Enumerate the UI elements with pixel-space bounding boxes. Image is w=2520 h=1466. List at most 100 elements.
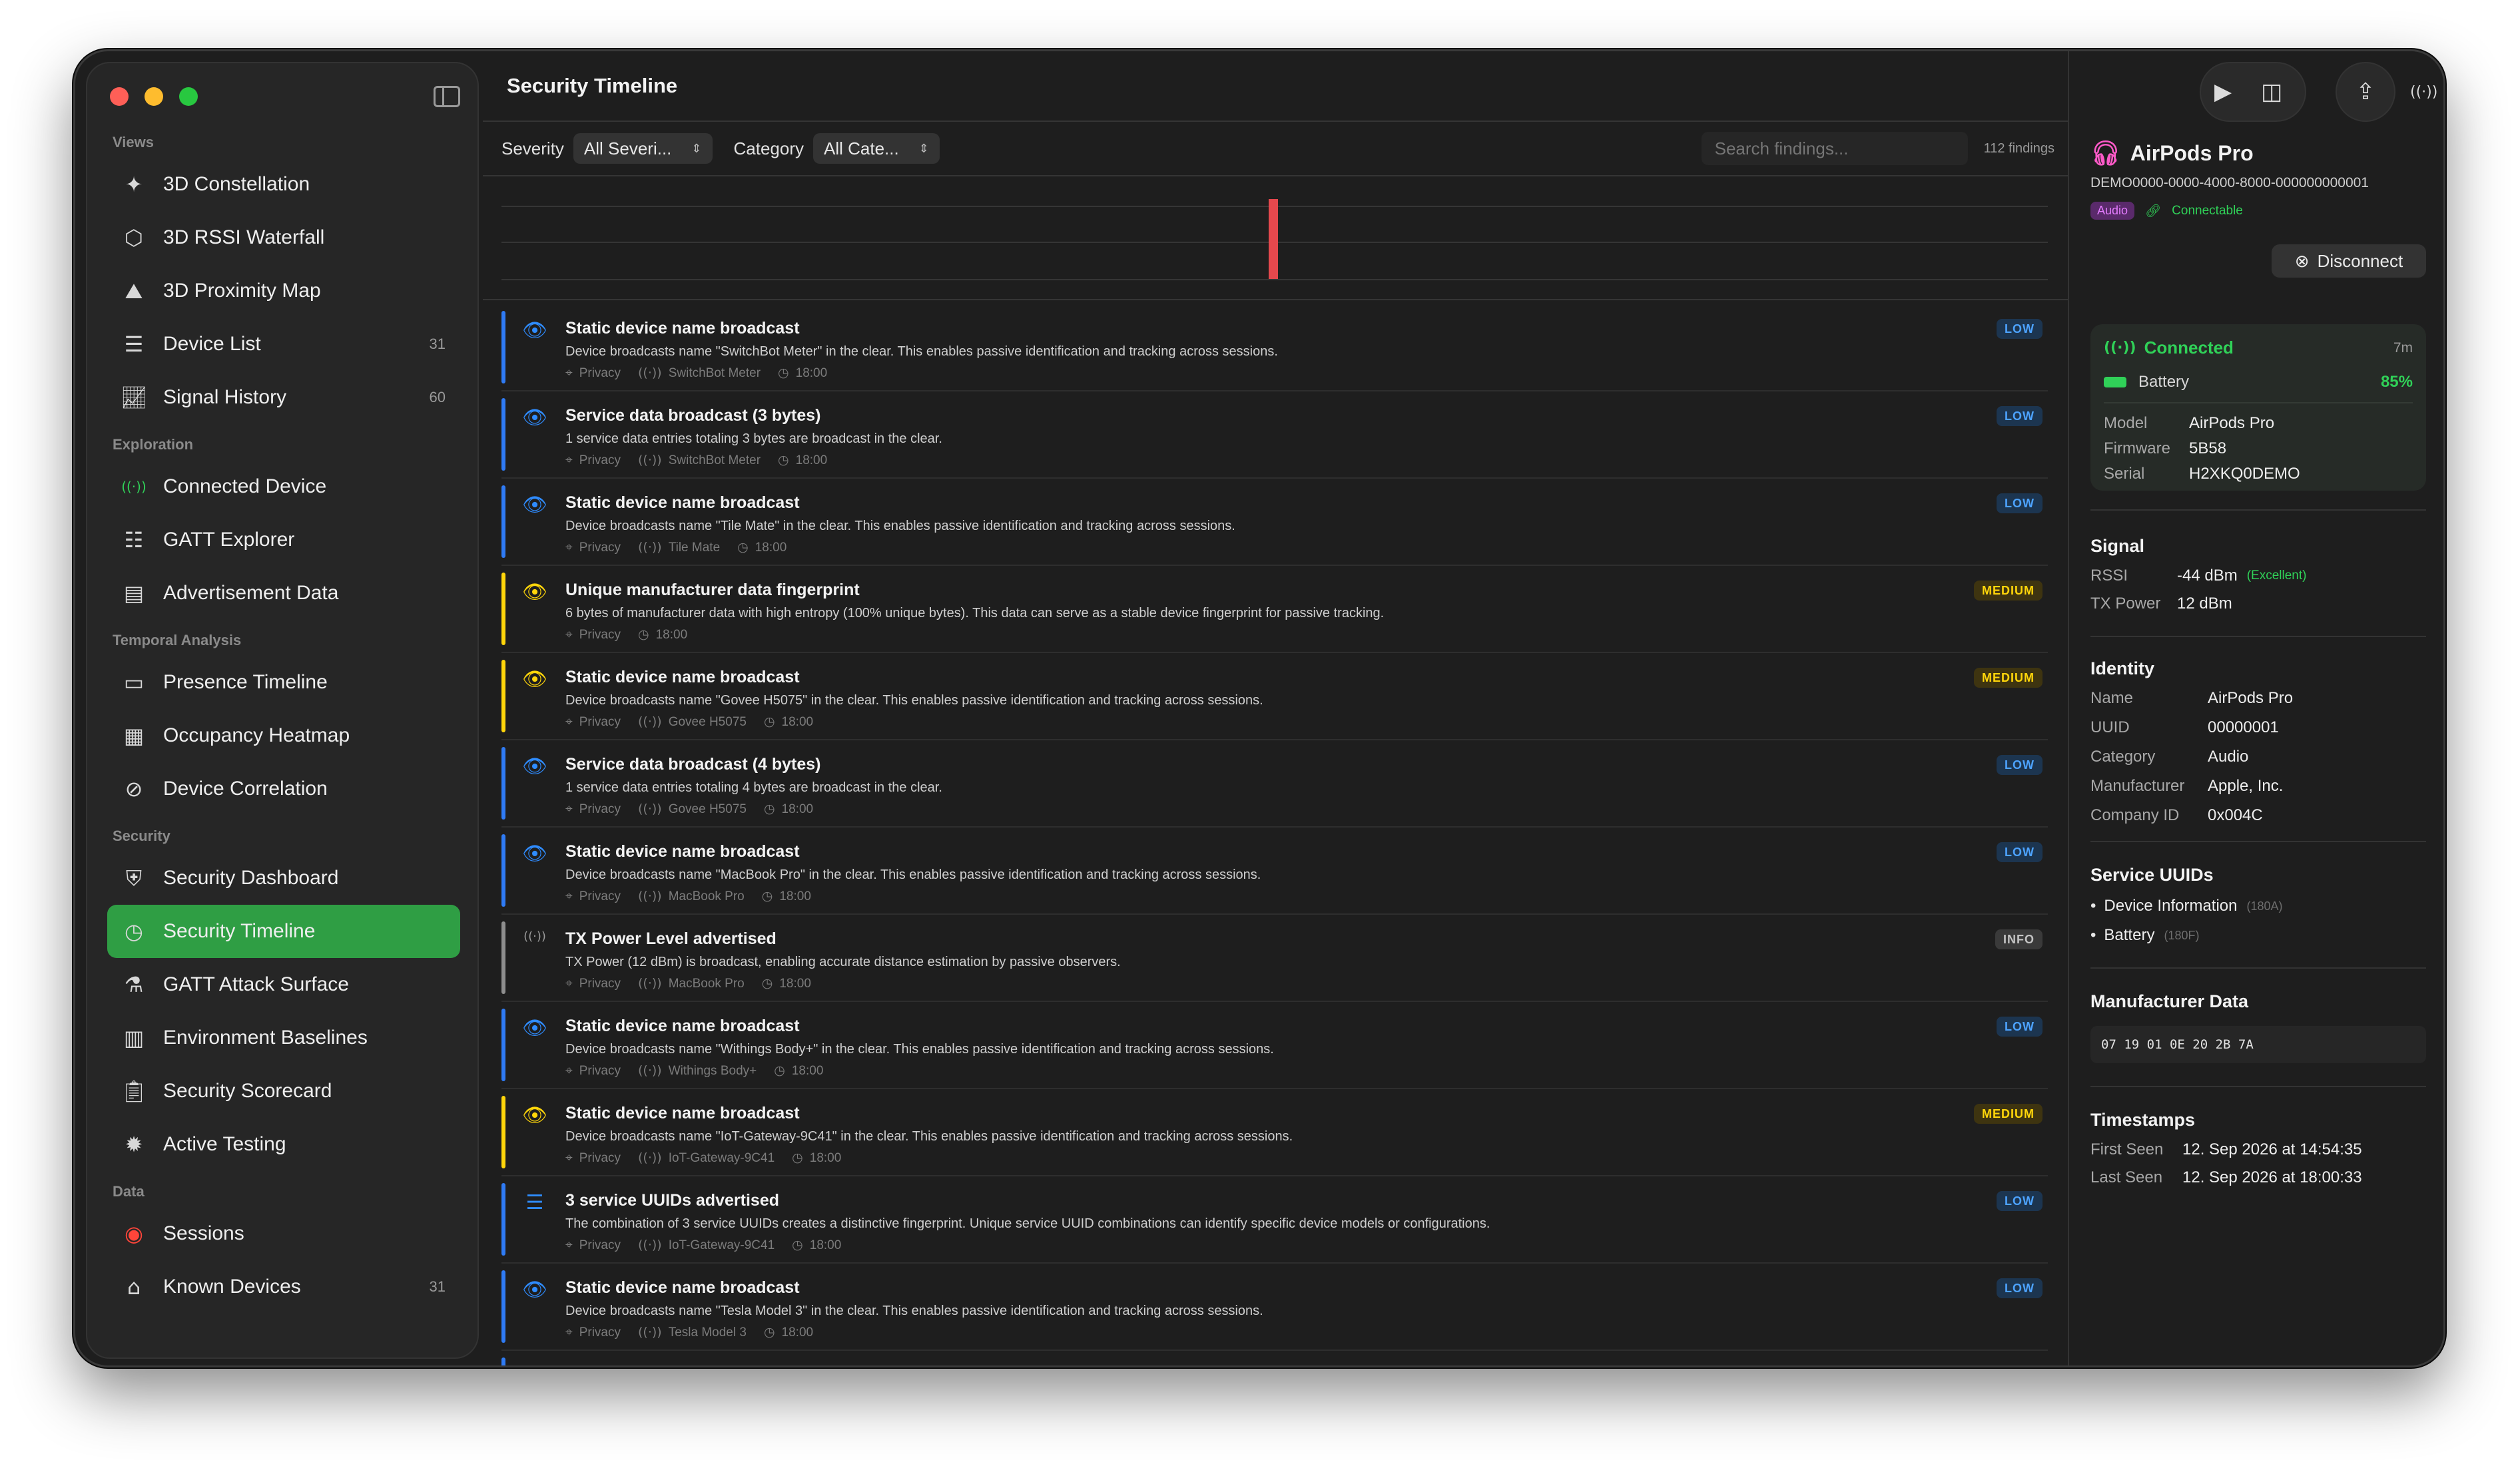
device-tags: Audio 🔗︎ Connectable bbox=[2090, 202, 2426, 220]
severity-select[interactable]: All Severi... ⇕ bbox=[573, 133, 713, 164]
divider bbox=[2090, 1086, 2426, 1087]
sidebar-item-3d-constellation[interactable]: ✦ 3D Constellation bbox=[107, 158, 460, 211]
sidebar-item-label: Device List bbox=[163, 333, 261, 355]
clock-icon: ◷ bbox=[778, 366, 789, 380]
first-seen-value: 12. Sep 2026 at 14:54:35 bbox=[2182, 1140, 2362, 1158]
finding-row[interactable]: 👁︎ Static device name broadcast Device bro… bbox=[501, 479, 2048, 566]
sidebar-item-security-dashboard[interactable]: ⛨ Security Dashboard bbox=[107, 852, 460, 905]
sidebar-item-gatt-attack-surface[interactable]: ⚗ GATT Attack Surface bbox=[107, 958, 460, 1011]
identity-row: Company ID 0x004C bbox=[2090, 806, 2426, 825]
finding-row[interactable]: 👁︎ Unique manufacturer data fingerprint 6 … bbox=[501, 566, 2048, 653]
antenna-icon[interactable]: ((·)) bbox=[2410, 84, 2437, 101]
sidebar-item-label: 3D RSSI Waterfall bbox=[163, 226, 325, 248]
findings-list: 👁︎ Static device name broadcast Device bro… bbox=[501, 304, 2048, 1365]
severity-badge: MEDIUM bbox=[1974, 1104, 2043, 1124]
finding-row[interactable]: 👁︎ Static device name broadcast Device bro… bbox=[501, 1264, 2048, 1351]
headphones-icon: 🎧︎ bbox=[2090, 140, 2121, 167]
finding-row[interactable]: 👁︎ Static device name broadcast Device bro… bbox=[501, 1002, 2048, 1089]
disconnect-label: Disconnect bbox=[2317, 250, 2403, 271]
finding-device-label: Withings Body+ bbox=[668, 1064, 757, 1078]
manufacturer-hex: 07 19 01 0E 20 2B 7A bbox=[2090, 1026, 2426, 1063]
chevron-updown-icon: ⇕ bbox=[691, 141, 702, 155]
divider bbox=[483, 121, 2068, 122]
signal-heading: Signal bbox=[2090, 536, 2145, 556]
finding-row[interactable]: 👁︎ Static device name broadcast Device bro… bbox=[501, 653, 2048, 740]
sidebar-item-environment-baselines[interactable]: ▥ Environment Baselines bbox=[107, 1011, 460, 1065]
identity-key: Manufacturer bbox=[2090, 777, 2185, 795]
finding-title: Static device name broadcast bbox=[565, 1017, 800, 1035]
close-circle-icon: ⊗ bbox=[2294, 250, 2310, 271]
sidebar-item-label: Sessions bbox=[163, 1222, 244, 1244]
finding-category: ⌖ Privacy bbox=[565, 453, 621, 468]
sidebar-item-occupancy-heatmap[interactable]: ▦ Occupancy Heatmap bbox=[107, 709, 460, 762]
disconnect-button[interactable]: ⊗ Disconnect bbox=[2272, 244, 2426, 278]
finding-device: ((·)) SwitchBot Meter bbox=[638, 453, 761, 468]
sidebar-item-gatt-explorer[interactable]: ☷ GATT Explorer bbox=[107, 513, 460, 567]
inspector-toggle-icon[interactable]: ◫ bbox=[2261, 79, 2282, 105]
sidebar-section-title: Data bbox=[113, 1183, 145, 1200]
antenna-icon: ((·)) bbox=[638, 453, 662, 467]
sidebar-item-label: Connected Device bbox=[163, 475, 327, 497]
sidebar-toggle-icon[interactable] bbox=[434, 86, 460, 107]
sidebar-item-advertisement-data[interactable]: ▤ Advertisement Data bbox=[107, 567, 460, 620]
severity-accent bbox=[501, 660, 505, 732]
minimize-window-button[interactable] bbox=[145, 87, 163, 106]
sidebar-section-title: Views bbox=[113, 134, 154, 150]
finding-category-label: Privacy bbox=[579, 715, 621, 729]
category-select[interactable]: All Cate... ⇕ bbox=[813, 133, 940, 164]
finding-device: ((·)) Govee H5075 bbox=[638, 714, 747, 730]
severity-badge: LOW bbox=[1997, 1191, 2043, 1211]
clock-icon: ◷ bbox=[774, 1063, 785, 1078]
severity-accent bbox=[501, 834, 505, 907]
service-uuid-code: (180F) bbox=[2164, 928, 2200, 942]
finding-description: Device broadcasts name "Tesla Model 3" i… bbox=[565, 1304, 1263, 1318]
finding-row[interactable]: 👁︎ Static device name broadcast Device bro… bbox=[501, 304, 2048, 391]
antenna-icon: ((·)) bbox=[638, 1063, 662, 1078]
finding-row[interactable]: ((·)) TX Power Level advertised TX Power (… bbox=[501, 915, 2048, 1002]
finding-device: ((·)) Govee H5075 bbox=[638, 802, 747, 817]
finding-row[interactable]: 👁︎ Static device name broadcast LOW bbox=[501, 1351, 2048, 1365]
sidebar-item-security-timeline[interactable]: ◷ Security Timeline bbox=[107, 905, 460, 958]
finding-row[interactable]: 👁︎ Service data broadcast (4 bytes) 1 serv… bbox=[501, 740, 2048, 828]
close-window-button[interactable] bbox=[110, 87, 129, 106]
zoom-window-button[interactable] bbox=[179, 87, 198, 106]
shield-icon: ⛨ bbox=[125, 865, 142, 891]
search-input[interactable] bbox=[1701, 132, 1968, 165]
sidebar-item-known-devices[interactable]: ⌂ Known Devices 31 bbox=[107, 1260, 460, 1314]
device-info-value: 5B58 bbox=[2189, 439, 2227, 457]
severity-accent bbox=[501, 747, 505, 820]
clock-icon: ◷ bbox=[792, 1238, 803, 1252]
service-uuid-code: (180A) bbox=[2246, 899, 2283, 913]
sidebar-item-presence-timeline[interactable]: ▭ Presence Timeline bbox=[107, 656, 460, 709]
sidebar-item-active-testing[interactable]: ✹ Active Testing bbox=[107, 1118, 460, 1171]
rssi-row: RSSI -44 dBm (Excellent) bbox=[2090, 567, 2426, 585]
finding-meta: ⌖ Privacy ((·)) MacBook Pro ◷ 18:00 bbox=[565, 976, 811, 991]
sidebar-item-device-correlation[interactable]: ⊘ Device Correlation bbox=[107, 762, 460, 816]
clock-icon: ◷ bbox=[792, 1150, 803, 1165]
finding-row[interactable]: ☰ 3 service UUIDs advertised The combinati… bbox=[501, 1176, 2048, 1264]
finding-description: The combination of 3 service UUIDs creat… bbox=[565, 1216, 1490, 1231]
finding-row[interactable]: 👁︎ Service data broadcast (3 bytes) 1 serv… bbox=[501, 391, 2048, 479]
antenna-icon: ((·)) bbox=[638, 1325, 662, 1340]
sidebar-item-sessions[interactable]: ◉ Sessions bbox=[107, 1207, 460, 1260]
sidebar-item-label: Security Timeline bbox=[163, 920, 316, 942]
severity-accent bbox=[501, 921, 505, 994]
sidebar-item-connected-device[interactable]: ((·)) Connected Device bbox=[107, 460, 460, 513]
clock-icon: ◷ bbox=[763, 714, 775, 729]
finding-row[interactable]: 👁︎ Static device name broadcast Device bro… bbox=[501, 1089, 2048, 1176]
share-menu[interactable]: ⇪ bbox=[2336, 62, 2395, 122]
finding-category: ⌖ Privacy bbox=[565, 1150, 621, 1166]
finding-description: 6 bytes of manufacturer data with high e… bbox=[565, 606, 1385, 620]
record-icon: ◉ bbox=[125, 1221, 143, 1246]
bullet-icon: • bbox=[2090, 897, 2096, 915]
sidebar-item-3d-rssi-waterfall[interactable]: ⬡ 3D RSSI Waterfall bbox=[107, 211, 460, 264]
play-icon[interactable]: ▶ bbox=[2214, 79, 2232, 105]
finding-time-label: 18:00 bbox=[779, 977, 811, 991]
sidebar-item-security-scorecard[interactable]: 📋︎ Security Scorecard bbox=[107, 1065, 460, 1118]
device-uuid: DEMO0000-0000-4000-8000-000000000001 bbox=[2090, 175, 2369, 190]
device-info-row: Serial H2XKQ0DEMO bbox=[2104, 465, 2413, 483]
sidebar-item-signal-history[interactable]: 📈︎ Signal History 60 bbox=[107, 371, 460, 424]
finding-row[interactable]: 👁︎ Static device name broadcast Device bro… bbox=[501, 828, 2048, 915]
sidebar-item-3d-proximity-map[interactable]: ⛰ 3D Proximity Map bbox=[107, 264, 460, 318]
sidebar-item-device-list[interactable]: ☰ Device List 31 bbox=[107, 318, 460, 371]
